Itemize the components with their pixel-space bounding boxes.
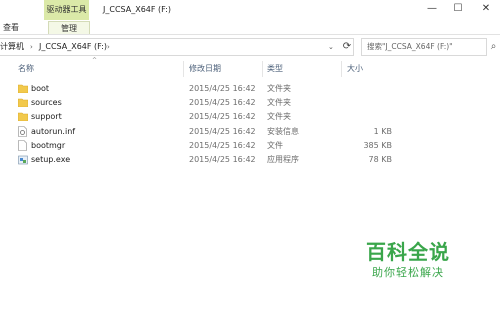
refresh-icon[interactable]: ⟳	[340, 38, 354, 56]
column-divider[interactable]	[262, 61, 263, 77]
file-modified: 2015/4/25 16:42	[189, 140, 256, 150]
watermark-title: 百科全说	[366, 240, 450, 264]
tab-manage[interactable]: 管理	[48, 21, 90, 35]
column-divider[interactable]	[341, 61, 342, 77]
file-row[interactable]: bootmgr 2015/4/25 16:42 文件 385 KB	[14, 139, 414, 153]
file-row[interactable]: sources 2015/4/25 16:42 文件夹	[14, 96, 414, 110]
file-type: 安装信息	[267, 126, 299, 136]
column-header-name[interactable]: 名称	[18, 61, 34, 77]
folder-icon	[17, 98, 29, 108]
file-name: autorun.inf	[31, 126, 76, 136]
setup-info-icon	[18, 125, 27, 137]
file-name: support	[31, 112, 62, 122]
file-row[interactable]: autorun.inf 2015/4/25 16:42 安装信息 1 KB	[14, 125, 414, 139]
file-modified: 2015/4/25 16:42	[189, 98, 256, 108]
window-title: J_CCSA_X64F (F:)	[103, 5, 171, 14]
ribbon-divider	[0, 34, 500, 35]
file-row[interactable]: boot 2015/4/25 16:42 文件夹	[14, 82, 414, 96]
file-modified: 2015/4/25 16:42	[189, 126, 256, 136]
file-size: 1 KB	[373, 126, 392, 136]
file-size: 385 KB	[363, 140, 392, 150]
file-icon	[18, 139, 27, 151]
sort-up-icon: ^	[92, 57, 98, 64]
file-type: 文件夹	[267, 112, 291, 122]
search-icon[interactable]: ⌕	[487, 38, 500, 56]
exe-icon	[18, 154, 28, 165]
file-size: 78 KB	[368, 155, 392, 164]
file-row[interactable]: setup.exe 2015/4/25 16:42 应用程序 78 KB	[14, 153, 414, 167]
column-header-size[interactable]: 大小	[347, 61, 363, 77]
column-header-type[interactable]: 类型	[267, 61, 283, 77]
breadcrumb-drive[interactable]: J_CCSA_X64F (F:)	[39, 38, 107, 56]
file-size	[354, 110, 392, 124]
file-name: setup.exe	[31, 155, 71, 164]
breadcrumb-computer[interactable]: 计算机	[0, 38, 24, 56]
column-header-modified[interactable]: 修改日期	[189, 61, 221, 77]
folder-icon	[17, 112, 29, 122]
file-type: 文件	[267, 140, 283, 150]
folder-icon	[17, 84, 29, 94]
file-row[interactable]: support 2015/4/25 16:42 文件夹	[14, 110, 414, 124]
tab-view[interactable]: 查看	[0, 21, 22, 34]
column-divider[interactable]	[183, 61, 184, 77]
breadcrumb-chevron-icon[interactable]: ›	[107, 38, 110, 56]
file-type: 文件夹	[267, 98, 291, 108]
close-button[interactable]: ✕	[474, 0, 498, 18]
file-name: sources	[31, 98, 62, 108]
file-modified: 2015/4/25 16:42	[189, 112, 256, 122]
file-modified: 2015/4/25 16:42	[189, 84, 256, 93]
file-name: bootmgr	[31, 140, 66, 150]
file-name: boot	[31, 84, 50, 93]
breadcrumb-chevron-icon[interactable]: ›	[30, 38, 33, 56]
file-modified: 2015/4/25 16:42	[189, 155, 256, 164]
file-type: 应用程序	[267, 155, 299, 164]
minimize-button[interactable]: —	[420, 0, 444, 18]
search-placeholder[interactable]: 搜索"J_CCSA_X64F (F:)"	[367, 38, 453, 56]
maximize-button[interactable]: ☐	[446, 0, 470, 18]
file-size	[354, 82, 392, 96]
drive-tools-context-tab[interactable]: 驱动器工具	[44, 0, 89, 20]
address-dropdown-icon[interactable]: ⌄	[328, 38, 334, 56]
file-size	[354, 96, 392, 110]
watermark-subtitle: 助你轻松解决	[372, 266, 444, 279]
file-type: 文件夹	[267, 84, 291, 93]
